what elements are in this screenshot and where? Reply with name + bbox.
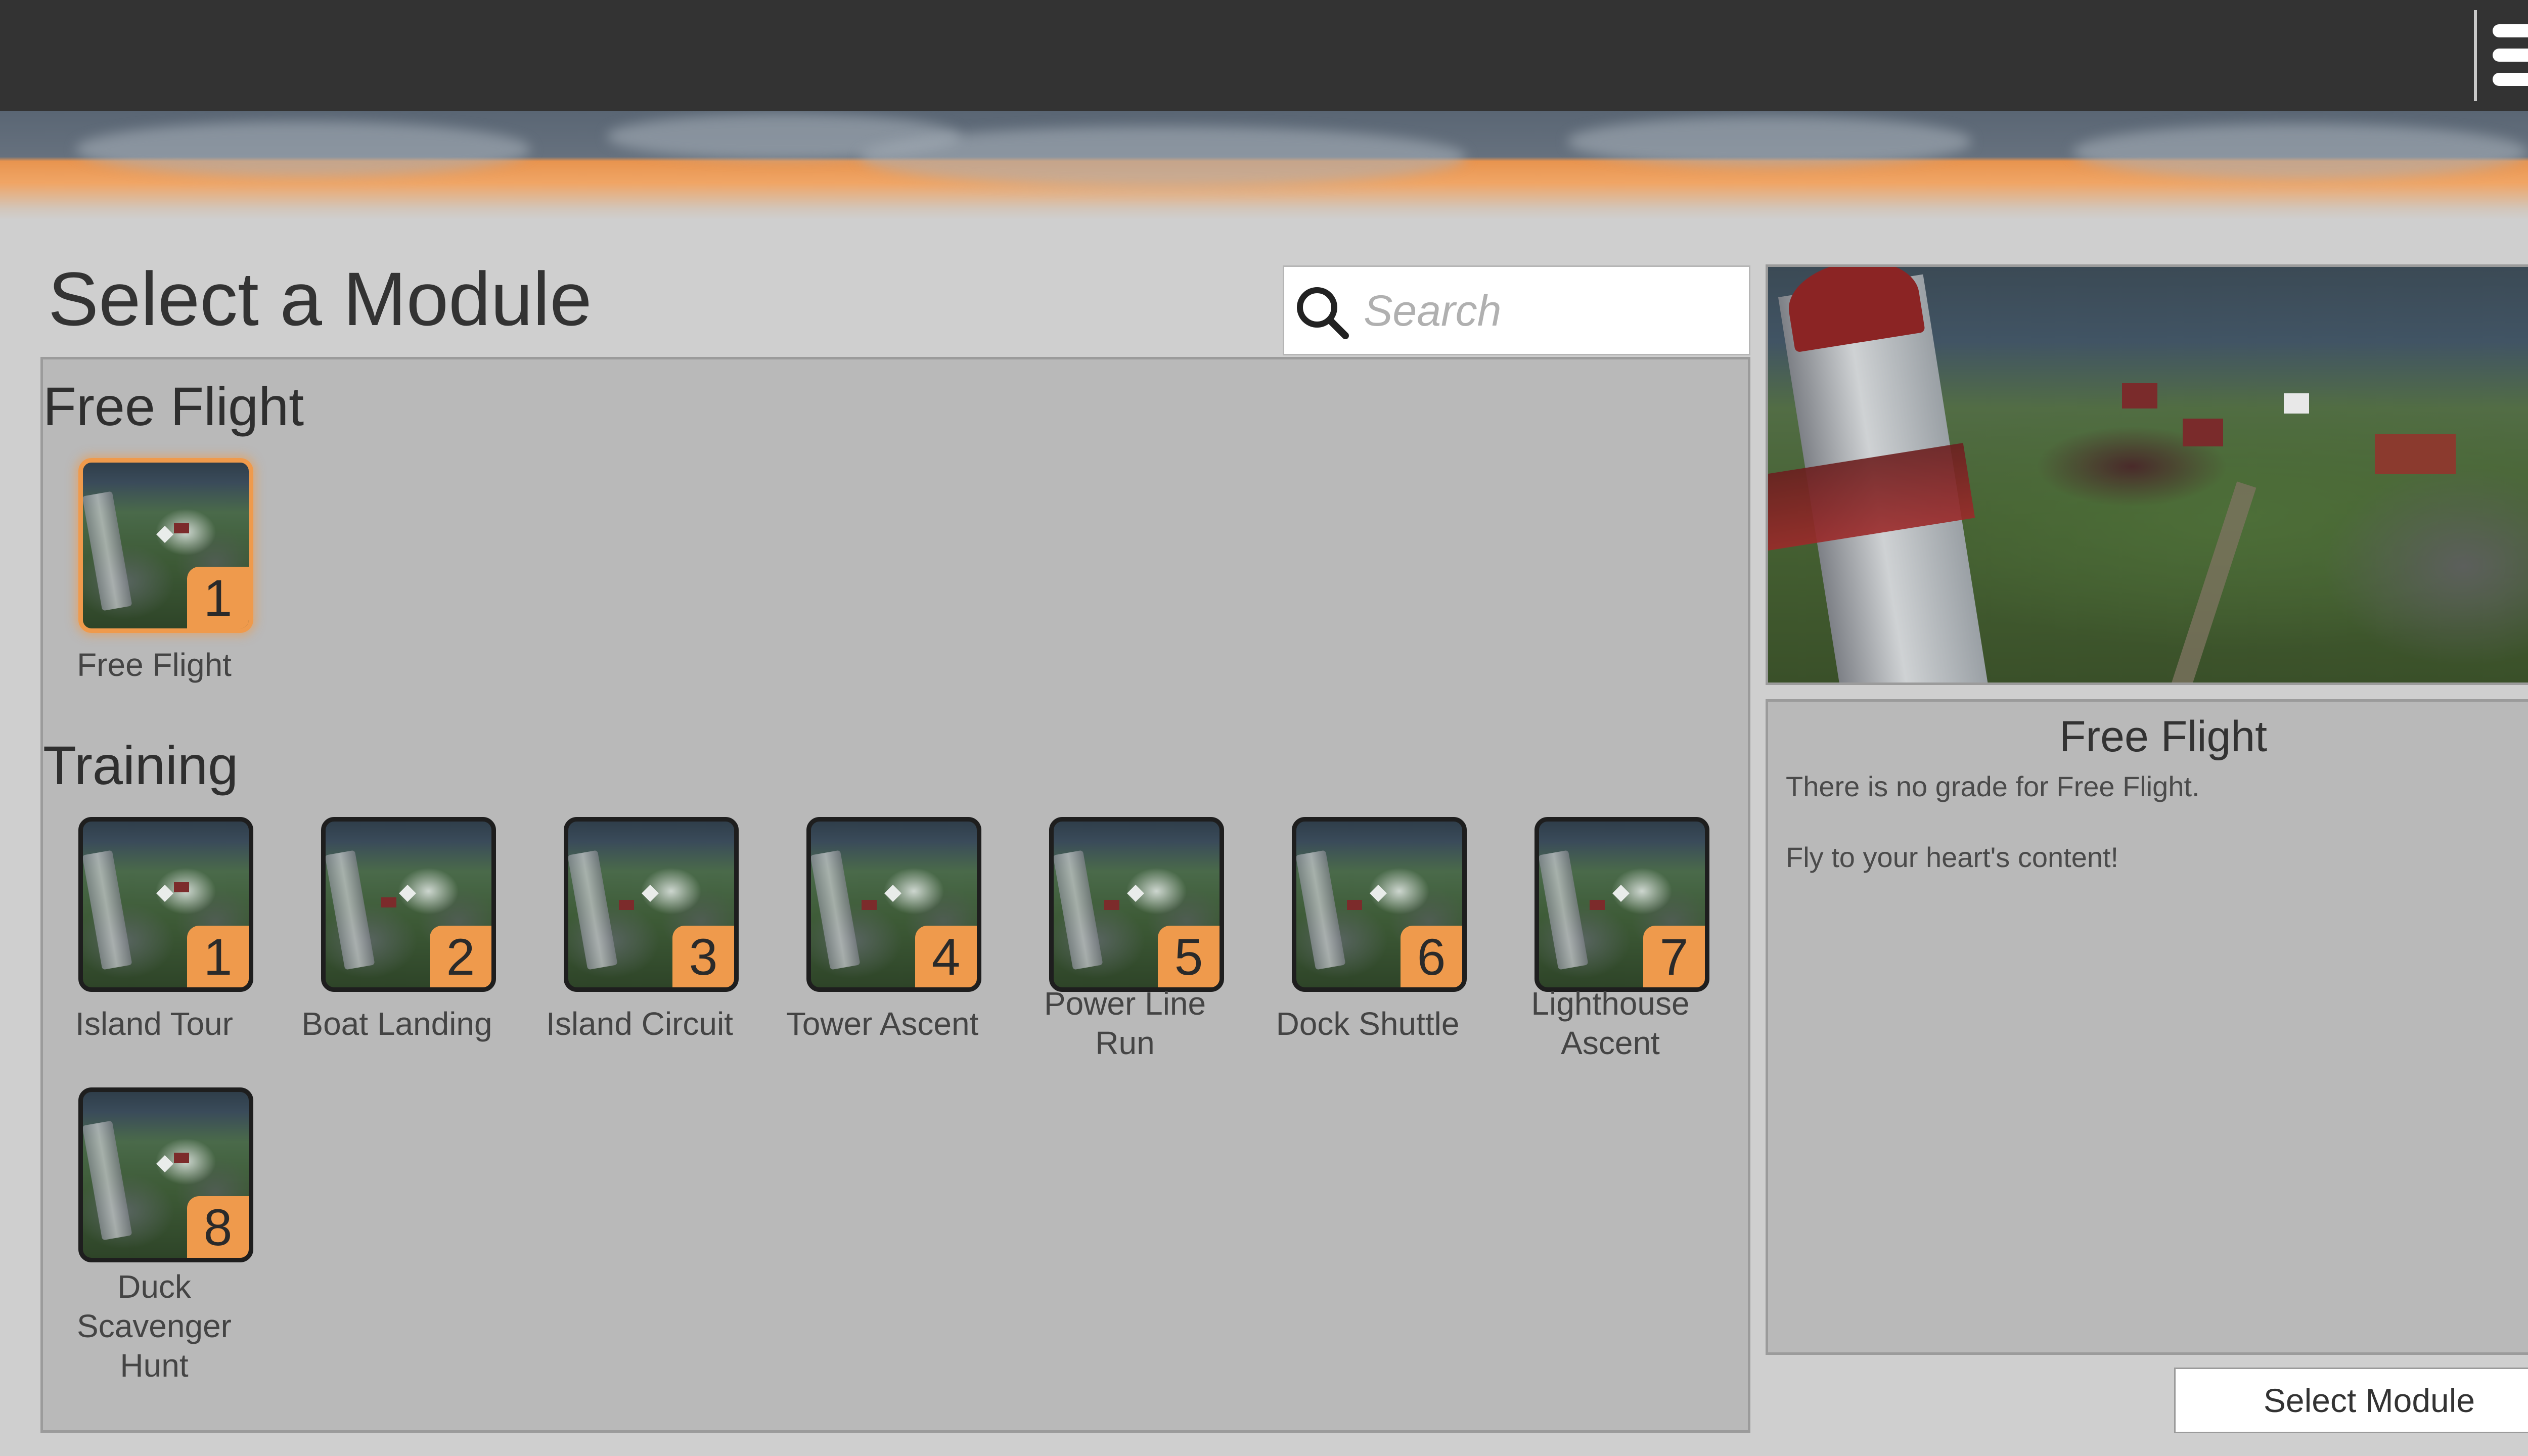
module-thumbnail[interactable]: 1 [78,458,253,633]
module-thumbnail[interactable]: 1 [78,817,253,992]
details-title: Free Flight [2059,712,2268,761]
module-details-panel: Free Flight There is no grade for Free F… [1766,699,2528,1355]
module-thumbnail[interactable]: 8 [78,1087,253,1262]
section-title-training: Training [43,735,239,796]
module-island-tour[interactable]: 1 Island Tour [43,817,265,1080]
module-number-badge: 3 [672,926,734,987]
module-number-badge: 2 [430,926,491,987]
module-preview-image [1766,264,2528,685]
module-thumbnail[interactable]: 2 [321,817,496,992]
module-lighthouse-ascent[interactable]: 7 Lighthouse Ascent [1499,817,1722,1080]
module-dock-shuttle[interactable]: 6 Dock Shuttle [1256,817,1479,1080]
module-label: Power Line Run [1044,985,1206,1061]
module-number-badge: 6 [1401,926,1462,987]
search-icon [1297,287,1349,339]
module-label: Island Circuit [546,1006,733,1042]
module-thumbnail[interactable]: 3 [564,817,739,992]
module-label: Tower Ascent [786,1006,979,1042]
module-boat-landing[interactable]: 2 Boat Landing [286,817,508,1080]
page-title: Select a Module [48,256,592,341]
module-duck-scavenger-hunt[interactable]: 8 Duck Scavenger Hunt [43,1087,265,1384]
module-label: Dock Shuttle [1276,1006,1460,1042]
module-thumbnail[interactable]: 5 [1049,817,1224,992]
module-tower-ascent[interactable]: 4 Tower Ascent [771,817,994,1080]
select-module-button[interactable]: Select Module [2174,1368,2528,1433]
details-description-line1: There is no grade for Free Flight. [1786,770,2200,802]
module-label: Duck Scavenger Hunt [77,1268,232,1384]
module-thumbnail[interactable]: 7 [1534,817,1709,992]
module-number-badge: 8 [187,1196,249,1258]
module-island-circuit[interactable]: 3 Island Circuit [528,817,751,1080]
sky-banner [0,111,2528,220]
module-label: Boat Landing [301,1006,492,1042]
module-number-badge: 5 [1158,926,1220,987]
module-number-badge: 7 [1643,926,1705,987]
module-number-badge: 1 [187,926,249,987]
module-free-flight[interactable]: 1 Free Flight [43,458,265,721]
hamburger-menu-icon[interactable] [2488,20,2528,91]
module-label: Lighthouse Ascent [1531,985,1690,1061]
section-title-free-flight: Free Flight [43,376,304,437]
search-input[interactable] [1363,267,1739,355]
details-description-line2: Fly to your heart's content! [1786,841,2119,873]
menu-divider [2474,10,2477,101]
module-number-badge: 1 [187,567,249,628]
module-power-line-run[interactable]: 5 Power Line Run [1014,817,1236,1080]
module-label: Island Tour [75,1006,233,1042]
module-list-panel: Free Flight 1 Free Flight Training 1 Isl… [40,357,1750,1433]
module-thumbnail[interactable]: 6 [1292,817,1467,992]
search-box[interactable] [1283,265,1750,355]
module-thumbnail[interactable]: 4 [806,817,981,992]
module-number-badge: 4 [915,926,977,987]
module-label: Free Flight [77,647,232,683]
top-bar [0,0,2528,111]
